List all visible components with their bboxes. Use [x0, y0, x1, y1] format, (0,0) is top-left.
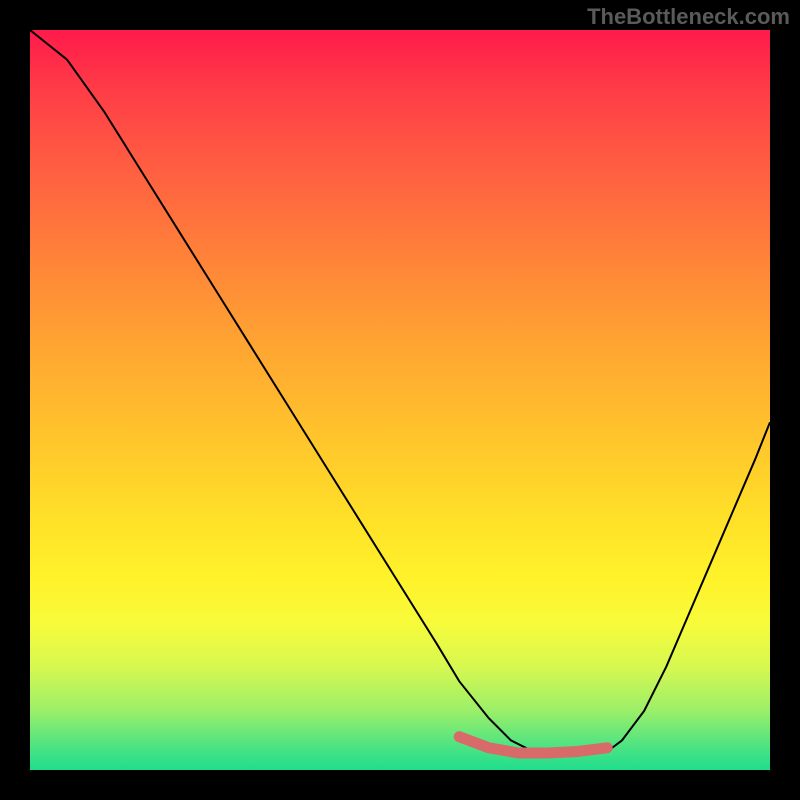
- watermark-text: TheBottleneck.com: [587, 4, 790, 30]
- chart-area: [30, 30, 770, 770]
- left-curve: [30, 30, 533, 752]
- valley-marker: [459, 737, 607, 753]
- chart-svg: [30, 30, 770, 770]
- right-curve: [607, 422, 770, 751]
